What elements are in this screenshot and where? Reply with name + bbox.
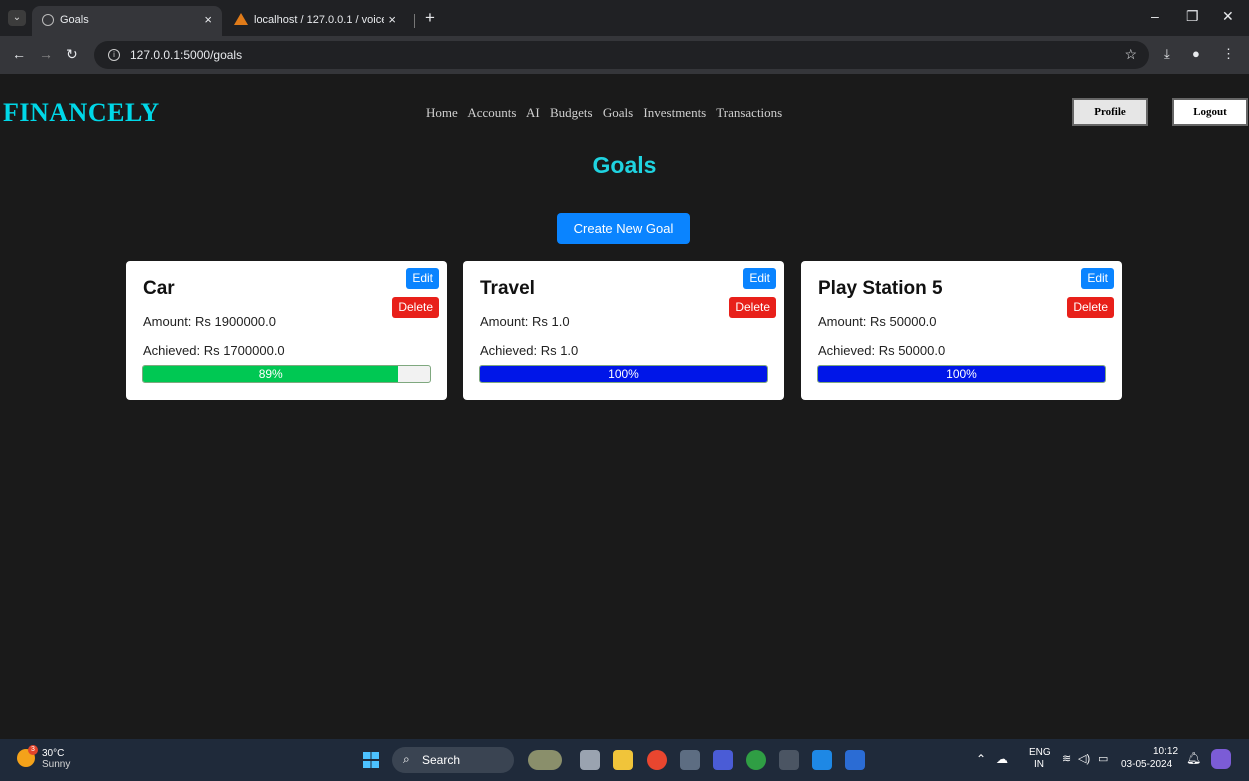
goal-card: Car Edit Delete Amount: Rs 1900000.0 Ach… xyxy=(126,261,447,400)
browser-menu-icon[interactable]: ⋮ xyxy=(1222,46,1235,62)
task-view-icon[interactable] xyxy=(580,750,600,770)
goal-amount: Amount: Rs 50000.0 xyxy=(818,314,937,329)
weather-temperature[interactable]: 30°C xyxy=(42,748,64,759)
notification-bell-icon[interactable]: 🔔︎ xyxy=(1186,751,1201,765)
globe-icon xyxy=(42,14,54,26)
nav-accounts[interactable]: Accounts xyxy=(467,105,516,120)
close-tab-icon[interactable]: × xyxy=(388,12,396,27)
delete-goal-button[interactable]: Delete xyxy=(392,297,439,318)
phpmyadmin-icon xyxy=(234,13,248,25)
page: FINANCELY Home Accounts AI Budgets Goals… xyxy=(0,74,1249,739)
goal-amount: Amount: Rs 1900000.0 xyxy=(143,314,276,329)
goal-progress-label: 100% xyxy=(608,367,639,381)
goal-name: Play Station 5 xyxy=(818,278,943,299)
profile-avatar-icon[interactable]: ● xyxy=(1192,46,1200,61)
wifi-icon[interactable]: ≋ xyxy=(1062,752,1071,765)
nav-goals[interactable]: Goals xyxy=(603,105,633,120)
restore-icon[interactable]: ❐ xyxy=(1186,8,1199,25)
site-info-icon[interactable]: i xyxy=(108,49,120,61)
browser-titlebar: ⌄ Goals × localhost / 127.0.0.1 / voice_… xyxy=(0,0,1249,36)
nav-investments[interactable]: Investments xyxy=(643,105,706,120)
terminal-icon[interactable] xyxy=(779,750,799,770)
main-nav: Home Accounts AI Budgets Goals Investmen… xyxy=(426,105,789,121)
close-tab-icon[interactable]: × xyxy=(204,12,212,27)
weather-badge: 3 xyxy=(28,745,38,755)
word-icon[interactable] xyxy=(845,750,865,770)
weather-description[interactable]: Sunny xyxy=(42,759,70,770)
copilot-icon[interactable] xyxy=(1211,749,1231,769)
bookmark-star-icon[interactable]: ☆ xyxy=(1124,46,1137,63)
show-hidden-icons[interactable]: ⌃ xyxy=(976,752,986,766)
profile-button[interactable]: Profile xyxy=(1072,98,1148,126)
goal-card: Travel Edit Delete Amount: Rs 1.0 Achiev… xyxy=(463,261,784,400)
goal-progress-bar: 89% xyxy=(142,365,431,383)
clock-time[interactable]: 10:12 xyxy=(1153,746,1178,757)
goal-amount: Amount: Rs 1.0 xyxy=(480,314,570,329)
vscode-icon[interactable] xyxy=(812,750,832,770)
chrome-icon[interactable] xyxy=(647,750,667,770)
goal-progress-bar: 100% xyxy=(479,365,768,383)
logout-button[interactable]: Logout xyxy=(1172,98,1248,126)
tab-label: localhost / 127.0.0.1 / voice_fina xyxy=(254,14,384,26)
widgets-icon[interactable] xyxy=(528,750,562,770)
tab-divider xyxy=(414,14,415,28)
taskbar: 3 30°C Sunny ⌕ Search ⌃ ☁ ENG IN ≋ ◁) ▭ … xyxy=(0,739,1249,781)
onedrive-icon[interactable]: ☁ xyxy=(996,752,1008,766)
edit-goal-button[interactable]: Edit xyxy=(1081,268,1114,289)
back-icon[interactable]: ← xyxy=(12,46,26,62)
search-icon: ⌕ xyxy=(403,752,410,766)
edit-goal-button[interactable]: Edit xyxy=(406,268,439,289)
edit-goal-button[interactable]: Edit xyxy=(743,268,776,289)
clock-date[interactable]: 03-05-2024 xyxy=(1121,759,1172,770)
forward-icon[interactable]: → xyxy=(39,46,53,62)
xbox-icon[interactable] xyxy=(746,750,766,770)
goal-achieved: Achieved: Rs 1700000.0 xyxy=(143,343,285,358)
create-goal-button[interactable]: Create New Goal xyxy=(557,213,690,244)
search-label: Search xyxy=(422,753,461,767)
delete-goal-button[interactable]: Delete xyxy=(1067,297,1114,318)
brand-logo[interactable]: FINANCELY xyxy=(3,98,160,128)
region-indicator[interactable]: IN xyxy=(1034,759,1044,770)
tab-goals[interactable]: Goals × xyxy=(32,6,222,36)
address-bar[interactable]: i 127.0.0.1:5000/goals ☆ xyxy=(94,41,1149,69)
file-explorer-icon[interactable] xyxy=(613,750,633,770)
nav-home[interactable]: Home xyxy=(426,105,458,120)
page-title: Goals xyxy=(592,152,657,178)
taskbar-search[interactable]: ⌕ Search xyxy=(392,747,514,773)
language-indicator[interactable]: ENG xyxy=(1029,747,1051,758)
windows-start-icon[interactable] xyxy=(363,752,379,768)
volume-icon[interactable]: ◁) xyxy=(1078,752,1090,765)
goal-progress-bar: 100% xyxy=(817,365,1106,383)
reload-icon[interactable]: ↻ xyxy=(66,46,78,63)
battery-icon[interactable]: ▭ xyxy=(1098,752,1108,765)
goal-progress-label: 89% xyxy=(258,367,283,381)
url-text[interactable]: 127.0.0.1:5000/goals xyxy=(130,48,242,62)
goal-name: Travel xyxy=(480,278,535,299)
goal-achieved: Achieved: Rs 50000.0 xyxy=(818,343,946,358)
app-icon[interactable] xyxy=(713,750,733,770)
nav-transactions[interactable]: Transactions xyxy=(716,105,782,120)
nav-budgets[interactable]: Budgets xyxy=(550,105,593,120)
tab-label: Goals xyxy=(60,14,89,26)
goal-card: Play Station 5 Edit Delete Amount: Rs 50… xyxy=(801,261,1122,400)
tab-search-button[interactable]: ⌄ xyxy=(8,10,26,26)
minimize-icon[interactable]: – xyxy=(1151,8,1159,24)
new-tab-button[interactable]: + xyxy=(425,8,435,28)
close-window-icon[interactable]: ✕ xyxy=(1222,8,1234,25)
download-icon[interactable]: ⤓ xyxy=(1164,46,1170,62)
goal-progress-label: 100% xyxy=(946,367,977,381)
tab-phpmyadmin[interactable]: localhost / 127.0.0.1 / voice_fina × xyxy=(226,6,406,36)
goal-achieved: Achieved: Rs 1.0 xyxy=(480,343,579,358)
nav-ai[interactable]: AI xyxy=(526,105,540,120)
delete-goal-button[interactable]: Delete xyxy=(729,297,776,318)
browser-toolbar: ← → ↻ i 127.0.0.1:5000/goals ☆ ⤓ ● ⋮ xyxy=(0,36,1249,74)
app-icon[interactable] xyxy=(680,750,700,770)
goal-name: Car xyxy=(143,278,175,299)
